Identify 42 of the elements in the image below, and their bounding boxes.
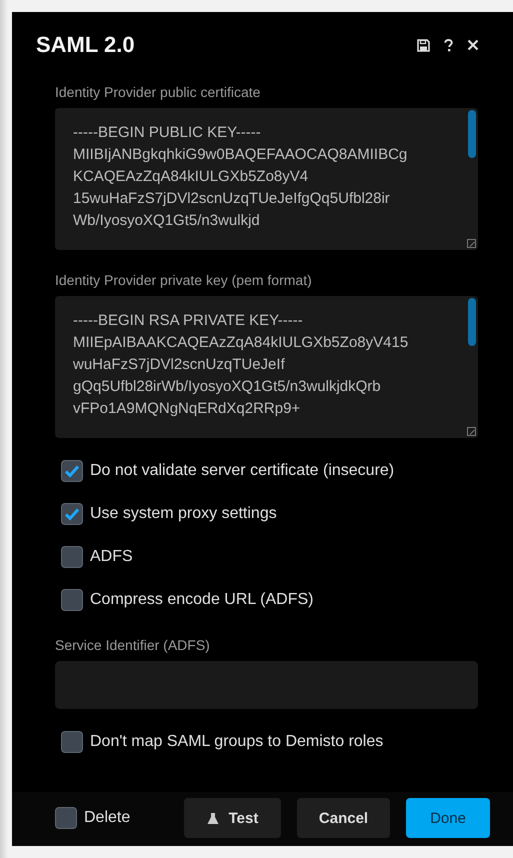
help-icon[interactable]: [444, 38, 453, 52]
checkbox-label: Use system proxy settings: [90, 505, 277, 523]
scrollbar[interactable]: [468, 298, 476, 346]
text-line: vFPo1A9MQNgNqERdXq2RRp9+: [73, 399, 302, 419]
text-line: gQq5Ufbl28irWb/IyosyoXQ1Gt5/n3wulkjdkQrb: [73, 377, 382, 397]
flask-icon: [206, 812, 219, 824]
text-line: -----BEGIN PUBLIC KEY-----: [73, 123, 262, 143]
scrollbar[interactable]: [468, 110, 476, 158]
text-line: KCAQEAzZqA84kIULGXb5Zo8yV4: [73, 167, 310, 187]
cancel-button[interactable]: Cancel: [297, 798, 390, 838]
text-line: -----BEGIN RSA PRIVATE KEY-----: [73, 311, 304, 331]
field-label: Service Identifier (ADFS): [55, 637, 211, 653]
check-icon: [64, 464, 80, 478]
checkbox[interactable]: [61, 589, 83, 611]
text-line: wuHaFzS7jDVl2scnUzqTUeJeIf: [73, 355, 286, 375]
checkbox[interactable]: [61, 503, 83, 525]
test-button[interactable]: Test: [184, 798, 281, 838]
checkbox[interactable]: [55, 807, 77, 829]
text-area[interactable]: -----BEGIN RSA PRIVATE KEY----- MIIEpAIBAAKCAQEAzZqA84kIULGXb5Zo8yV415 wuHaFzS7jDVl2scnUzqTUeJeIf gQq5Ufbl28irWb/IyosyoXQ1Gt5/n3wulkjdkQrb vFPo1A9MQNgNqERdXq2RRp9+: [55, 296, 478, 438]
resize-grip-icon[interactable]: [467, 239, 476, 248]
dialog-title: SAML 2.0: [36, 32, 135, 58]
field-label: Identity Provider private key (pem format): [55, 272, 313, 288]
resize-grip-icon[interactable]: [467, 427, 476, 436]
checkbox[interactable]: [61, 731, 83, 753]
checkbox-label: Don't map SAML groups to Demisto roles: [90, 733, 384, 751]
checkbox-label: Do not validate server certificate (insecure): [90, 462, 394, 480]
text-area[interactable]: -----BEGIN PUBLIC KEY----- MIIBIjANBgkqhkiG9w0BAQEFAAOCAQ8AMIIBCg KCAQEAzZqA84kIULGXb5Zo8yV4 15wuHaFzS7jDVl2scnUzqTUeJeIfgQq5Ufbl28ir Wb/IyosyoXQ1Gt5/n3wulkjd: [55, 108, 478, 250]
check-icon: [64, 507, 80, 521]
done-button[interactable]: Done: [406, 798, 490, 838]
checkbox-label: Delete: [84, 809, 130, 827]
close-icon[interactable]: [467, 39, 479, 51]
field-label: Identity Provider public certificate: [55, 84, 262, 100]
checkbox-label: Compress encode URL (ADFS): [90, 591, 314, 609]
checkbox-label: ADFS: [90, 548, 133, 566]
text-line: Wb/IyosyoXQ1Gt5/n3wulkjd: [73, 211, 261, 231]
checkbox[interactable]: [61, 460, 83, 482]
save-icon[interactable]: [417, 38, 430, 52]
text-line: MIIEpAIBAAKCAQEAzZqA84kIULGXb5Zo8yV415: [73, 333, 410, 353]
input-field[interactable]: [55, 661, 478, 709]
text-line: MIIBIjANBgkqhkiG9w0BAQEFAAOCAQ8AMIIBCg: [73, 145, 408, 165]
text-line: 15wuHaFzS7jDVl2scnUzqTUeJeIfgQq5Ufbl28ir: [73, 189, 391, 209]
checkbox[interactable]: [61, 546, 83, 568]
